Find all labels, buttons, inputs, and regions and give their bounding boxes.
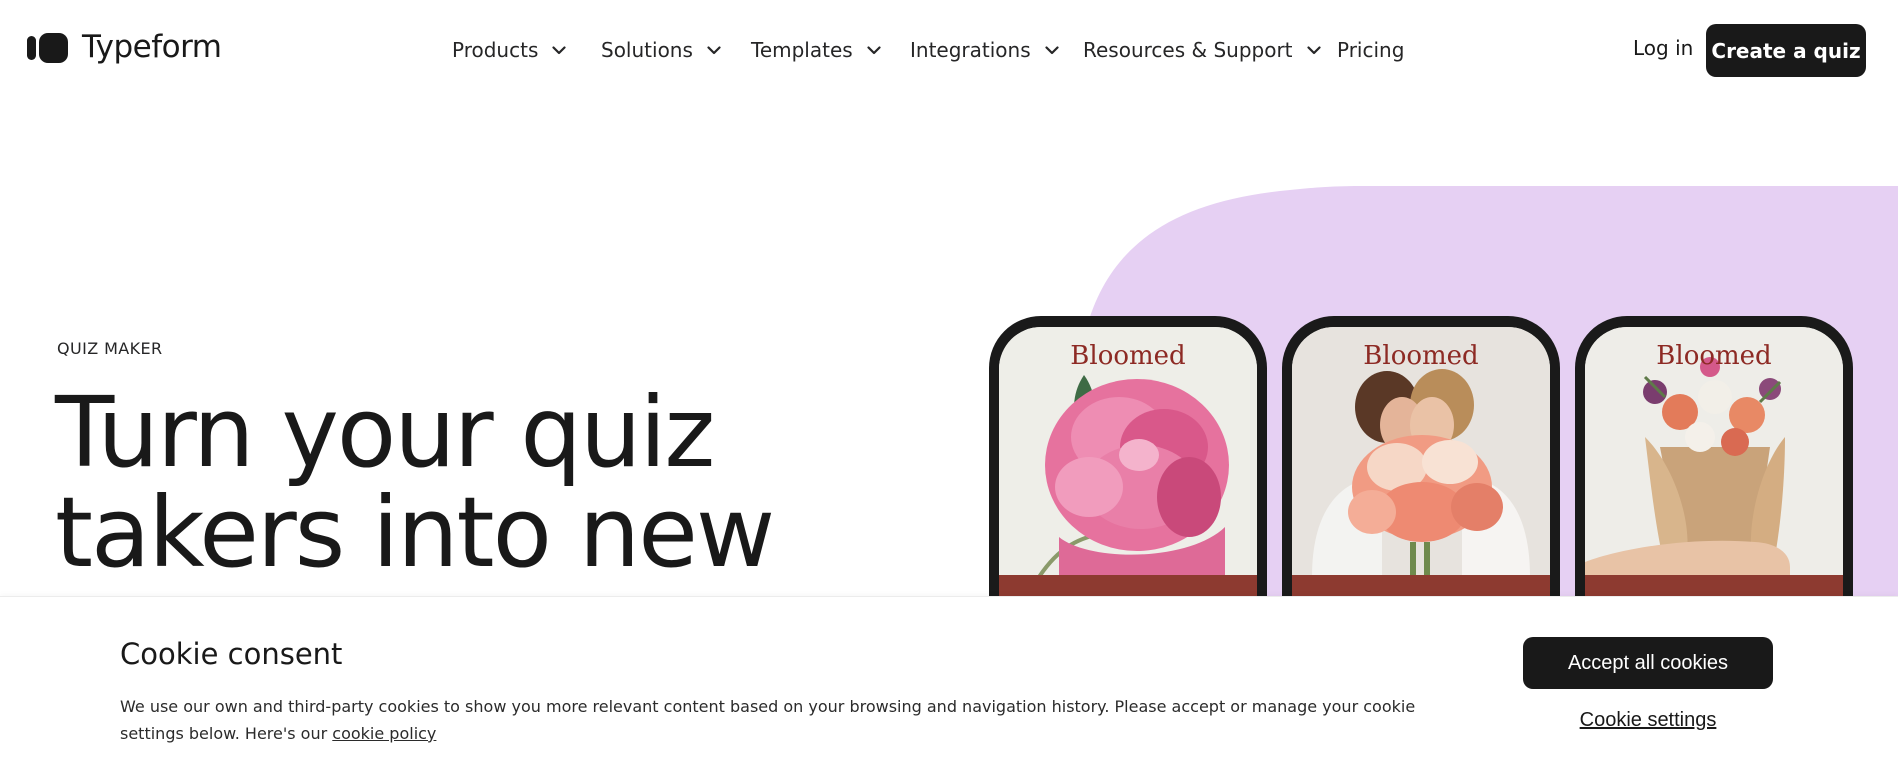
cookie-consent-banner: Cookie consent We use our own and third-… <box>0 596 1898 764</box>
nav-item-label: Pricing <box>1337 38 1405 62</box>
chevron-down-icon <box>1306 45 1321 54</box>
chevron-down-icon <box>867 45 881 54</box>
phone-screen: Bloomed <box>999 327 1257 616</box>
nav-item-label: Solutions <box>601 38 693 62</box>
phone-brand-title: Bloomed <box>1070 341 1186 371</box>
nav-item-solutions[interactable]: Solutions <box>601 38 721 62</box>
phone-brand-title: Bloomed <box>1363 341 1479 371</box>
nav-item-label: Resources & Support <box>1083 38 1293 62</box>
phone-mockup-3: Bloomed <box>1575 316 1853 616</box>
nav-item-label: Products <box>452 38 539 62</box>
create-quiz-button[interactable]: Create a quiz <box>1706 24 1866 77</box>
chevron-down-icon <box>707 45 721 54</box>
typeform-logo[interactable]: Typeform <box>27 29 222 65</box>
chevron-down-icon <box>552 45 566 54</box>
typeform-logo-icon <box>27 32 68 63</box>
chevron-down-icon <box>1045 45 1059 54</box>
accept-all-cookies-button[interactable]: Accept all cookies <box>1523 637 1773 689</box>
nav-item-integrations[interactable]: Integrations <box>910 38 1059 62</box>
cookie-title: Cookie consent <box>120 637 343 671</box>
nav-item-products[interactable]: Products <box>452 38 566 62</box>
login-link[interactable]: Log in <box>1633 36 1693 60</box>
phone-mockup-2: Bloomed <box>1282 316 1560 616</box>
phone-screen: Bloomed <box>1585 327 1843 616</box>
cookie-description: We use our own and third-party cookies t… <box>120 693 1440 747</box>
nav-item-pricing[interactable]: Pricing <box>1337 38 1404 62</box>
nav-item-label: Templates <box>751 38 853 62</box>
cookie-policy-link[interactable]: cookie policy <box>332 724 436 743</box>
site-header: Typeform Products Solutions Templates In… <box>0 0 1898 100</box>
nav-item-resources-support[interactable]: Resources & Support <box>1083 38 1321 62</box>
cookie-settings-link[interactable]: Cookie settings <box>1523 709 1773 732</box>
nav-item-templates[interactable]: Templates <box>751 38 881 62</box>
phone-brand-title: Bloomed <box>1656 341 1772 371</box>
phone-mockup-1: Bloomed <box>989 316 1267 616</box>
hero-eyebrow: QUIZ MAKER <box>57 339 163 358</box>
phone-screen: Bloomed <box>1292 327 1550 616</box>
logo-wordmark: Typeform <box>82 29 222 65</box>
hero-headline-line-2: takers into new <box>55 476 775 589</box>
hero-headline: Turn your quiz takers into new <box>55 376 775 589</box>
nav-item-label: Integrations <box>910 38 1031 62</box>
hero-headline-line-1: Turn your quiz <box>55 376 715 489</box>
cookie-description-text: We use our own and third-party cookies t… <box>120 697 1416 743</box>
